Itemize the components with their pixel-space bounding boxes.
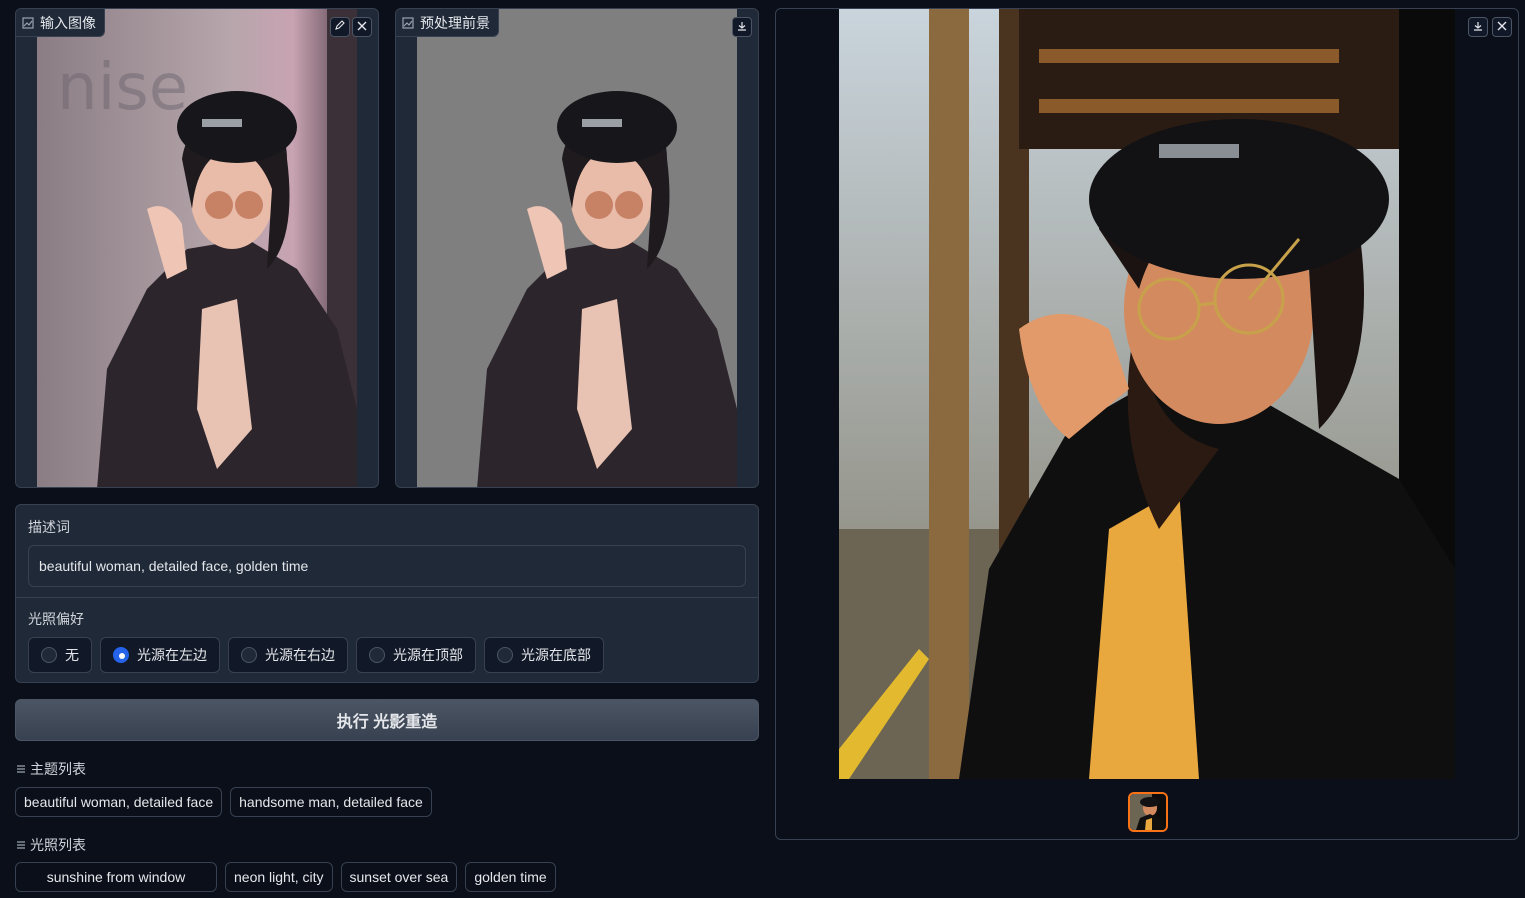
subject-chip[interactable]: handsome man, detailed face	[230, 787, 432, 817]
radio-label: 无	[65, 647, 79, 663]
lighting-option-none[interactable]: 无	[28, 637, 92, 673]
lighting-chip[interactable]: neon light, city	[225, 862, 333, 892]
lighting-label: 光照偏好	[28, 611, 84, 627]
radio-button[interactable]	[497, 647, 513, 663]
radio-button[interactable]	[241, 647, 257, 663]
output-photo[interactable]	[839, 9, 1455, 779]
lighting-option-left[interactable]: 光源在左边	[100, 637, 220, 673]
input-image-label: 输入图像	[16, 9, 105, 37]
output-gallery-panel	[775, 8, 1519, 840]
lighting-list-label: 光照列表	[30, 837, 86, 853]
foreground-title: 预处理前景	[420, 14, 490, 31]
radio-button[interactable]	[369, 647, 385, 663]
edit-button[interactable]	[330, 17, 350, 37]
subject-list: beautiful woman, detailed face handsome …	[15, 787, 432, 817]
divider	[16, 597, 758, 598]
foreground-label: 预处理前景	[396, 9, 499, 37]
input-image-panel[interactable]: 输入图像 nise	[15, 8, 379, 488]
lighting-list: sunshine from window neon light, city su…	[15, 862, 556, 892]
radio-button-selected[interactable]	[113, 647, 129, 663]
radio-label: 光源在右边	[265, 647, 335, 663]
input-image-title: 输入图像	[40, 14, 96, 31]
close-output-button[interactable]	[1492, 17, 1512, 37]
prompt-label: 描述词	[28, 519, 70, 535]
prompt-input[interactable]	[28, 545, 746, 587]
svg-text:nise: nise	[57, 51, 188, 125]
clear-input-button[interactable]	[352, 17, 372, 37]
radio-label: 光源在左边	[137, 647, 207, 663]
subject-list-label: 主题列表	[30, 761, 86, 777]
pencil-icon	[334, 18, 346, 36]
subject-chip[interactable]: beautiful woman, detailed face	[15, 787, 223, 817]
download-foreground-button[interactable]	[732, 17, 752, 37]
download-output-button[interactable]	[1468, 17, 1488, 37]
download-icon	[737, 18, 747, 36]
thumbnail-image	[1130, 794, 1166, 830]
lighting-chip[interactable]: sunset over sea	[340, 862, 458, 892]
radio-button[interactable]	[41, 647, 57, 663]
radio-label: 光源在顶部	[393, 647, 463, 663]
input-photo: nise	[37, 9, 357, 487]
subject-list-title[interactable]: 主题列表	[16, 759, 86, 779]
close-icon	[1497, 18, 1507, 36]
lighting-option-top[interactable]: 光源在顶部	[356, 637, 476, 673]
list-icon	[16, 837, 26, 853]
lighting-chip[interactable]: sunshine from window	[15, 862, 217, 892]
lighting-radio-group: 无 光源在左边 光源在右边 光源在顶部 光源在底部	[28, 637, 604, 673]
radio-label: 光源在底部	[521, 647, 591, 663]
run-relight-button[interactable]: 执行 光影重造	[15, 699, 759, 741]
list-icon	[16, 761, 26, 777]
foreground-photo	[417, 9, 737, 487]
prompt-panel: 描述词 光照偏好 无 光源在左边 光源在右边 光源在顶部 光源在底部	[15, 504, 759, 683]
output-thumbnail[interactable]	[1128, 792, 1168, 832]
image-icon	[22, 16, 34, 29]
lighting-option-bottom[interactable]: 光源在底部	[484, 637, 604, 673]
lighting-chip[interactable]: golden time	[465, 862, 556, 892]
lighting-option-right[interactable]: 光源在右边	[228, 637, 348, 673]
foreground-panel[interactable]: 预处理前景	[395, 8, 759, 488]
lighting-list-title[interactable]: 光照列表	[16, 835, 86, 855]
download-icon	[1473, 18, 1483, 36]
image-icon	[402, 16, 414, 29]
close-icon	[357, 18, 367, 36]
